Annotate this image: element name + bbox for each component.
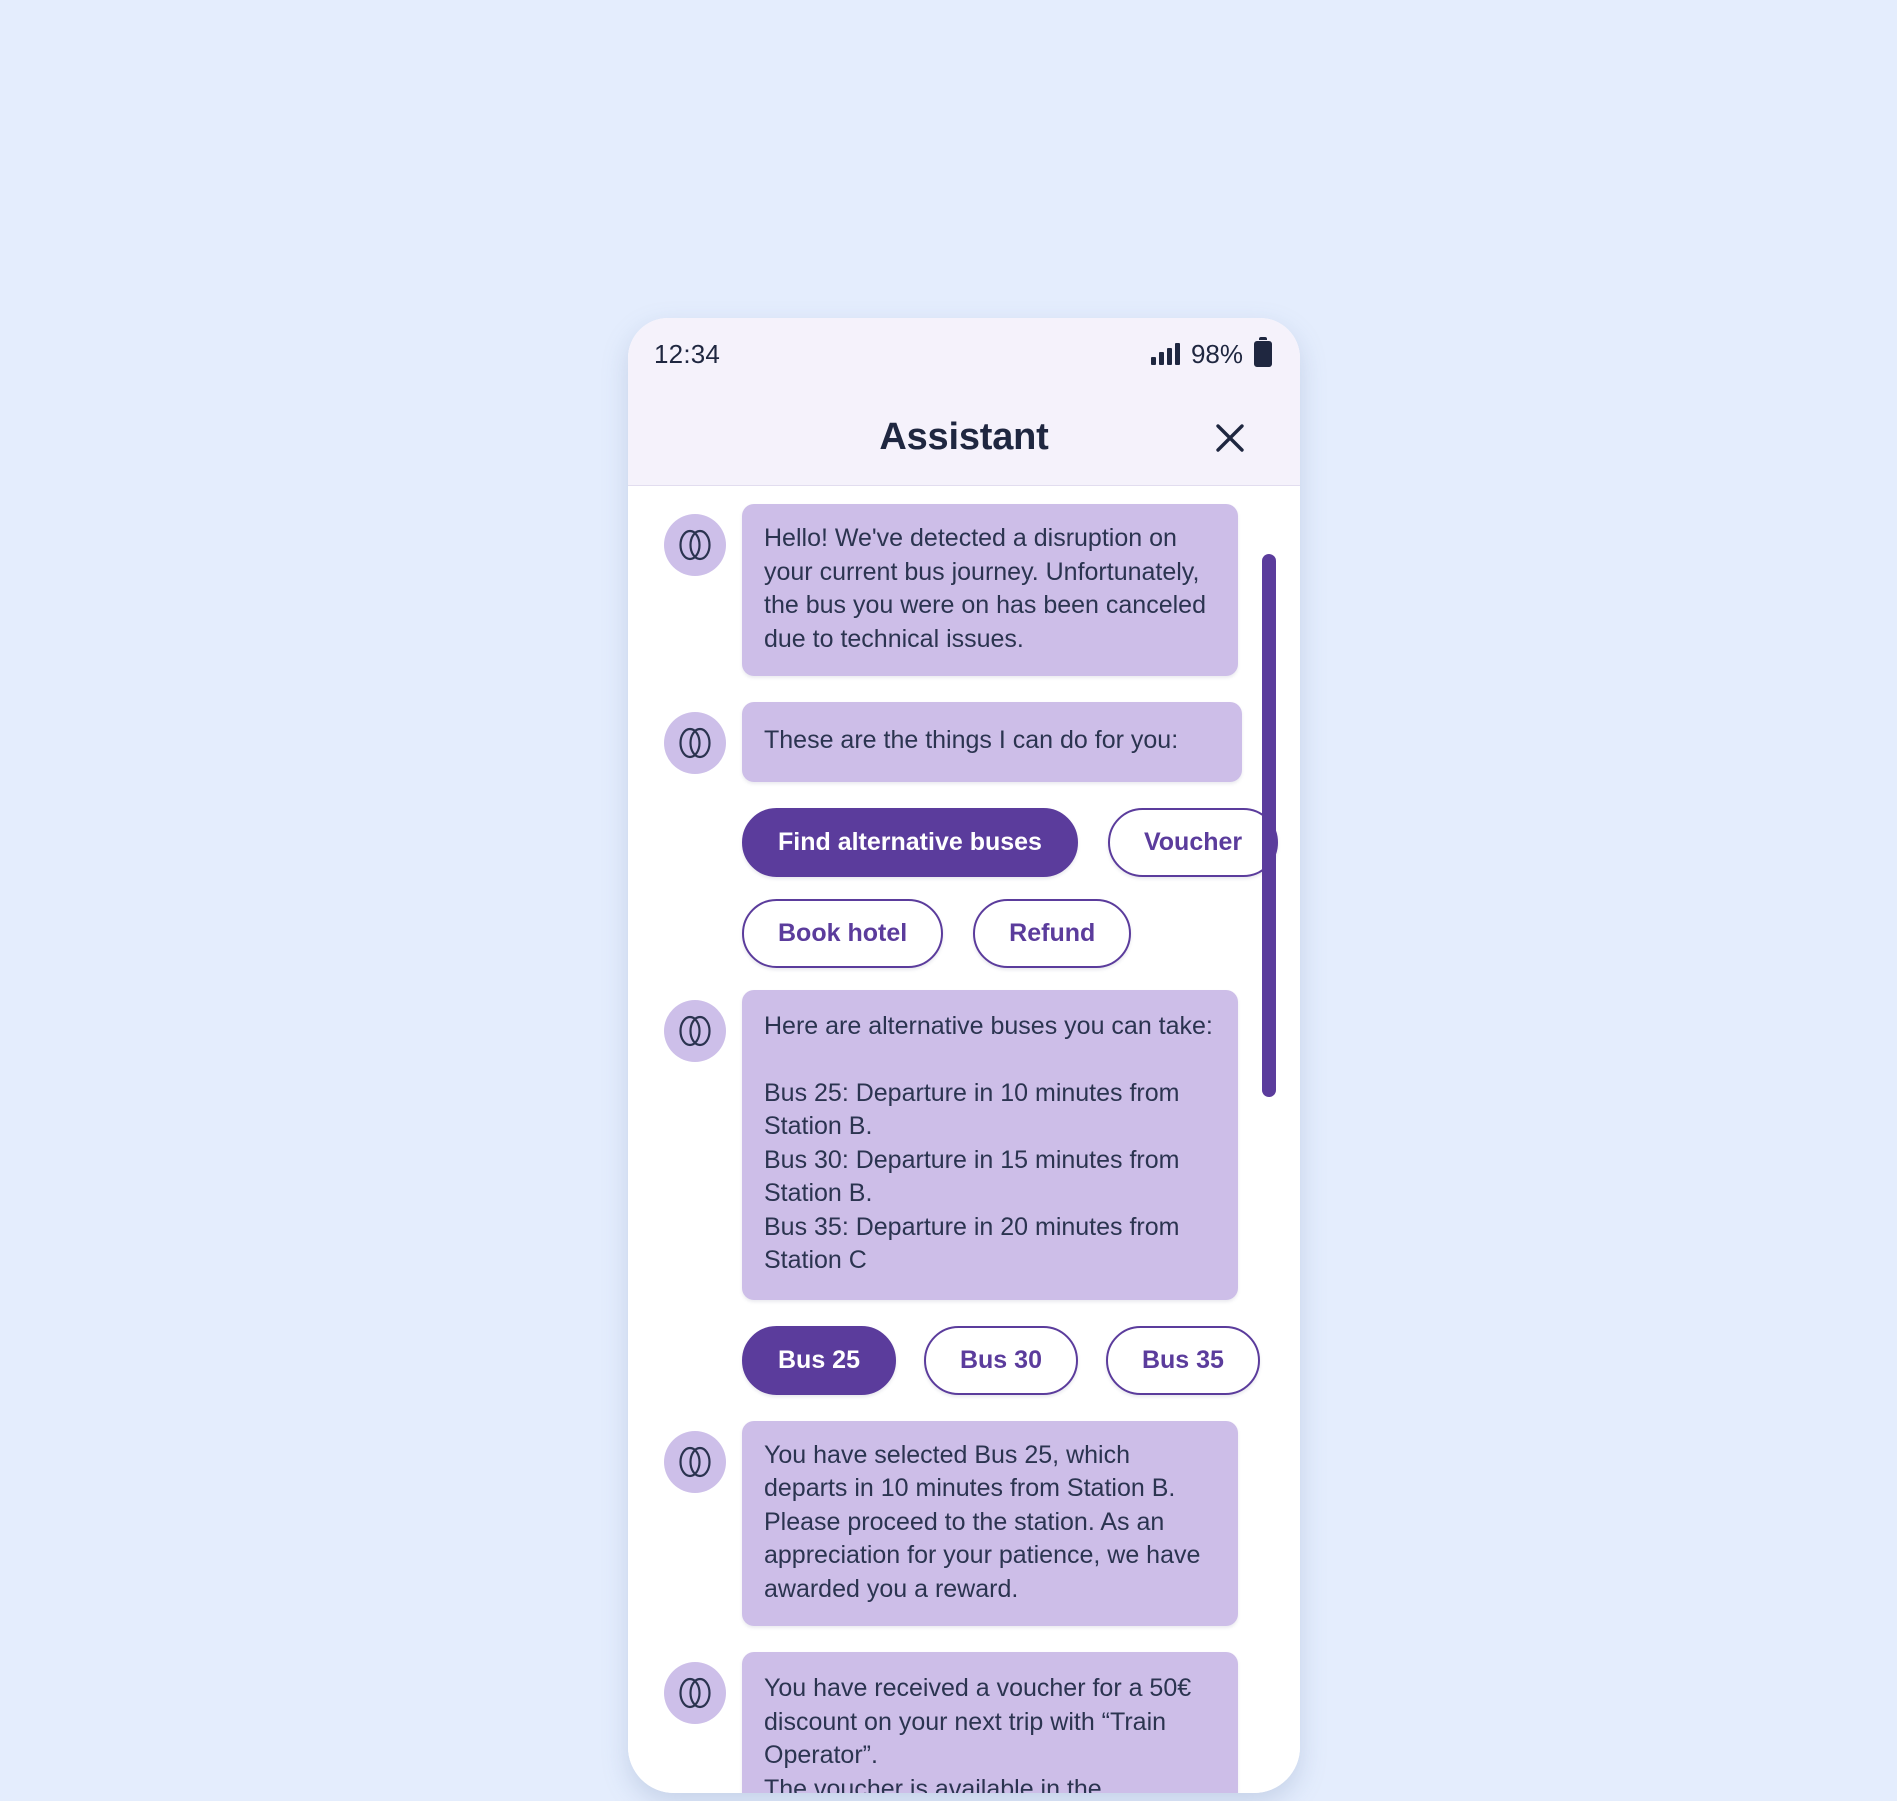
- bus-chips-row: Bus 25 Bus 30 Bus 35: [628, 1325, 1300, 1395]
- signal-bars-icon: [1150, 343, 1180, 365]
- phone-frame: 12:34 98% Assistant Hello! We've detecte…: [628, 318, 1300, 1793]
- message-row: Hello! We've detected a disruption on yo…: [628, 504, 1300, 676]
- chip-voucher[interactable]: Voucher: [1107, 807, 1279, 877]
- assistant-avatar-icon: [664, 514, 726, 576]
- chat-scrollbar[interactable]: [1262, 554, 1276, 1097]
- action-chips-row-secondary: Book hotel Refund: [628, 898, 1300, 968]
- action-chips-row-primary: Find alternative buses Voucher: [628, 807, 1300, 877]
- assistant-message-bubble: Here are alternative buses you can take:…: [742, 989, 1238, 1300]
- message-row: Here are alternative buses you can take:…: [628, 989, 1300, 1300]
- message-row: You have received a voucher for a 50€ di…: [628, 1652, 1300, 1793]
- app-header: Assistant: [628, 390, 1300, 486]
- status-indicators: 98%: [1150, 337, 1272, 370]
- chip-bus-35[interactable]: Bus 35: [1105, 1325, 1260, 1395]
- message-row: You have selected Bus 25, which departs …: [628, 1420, 1300, 1626]
- chat-scrollbar-track[interactable]: [1262, 486, 1276, 1793]
- assistant-avatar-icon: [664, 999, 726, 1062]
- status-time: 12:34: [654, 338, 721, 369]
- assistant-message-bubble: You have selected Bus 25, which departs …: [742, 1420, 1238, 1626]
- assistant-avatar-icon: [664, 712, 726, 774]
- assistant-message-bubble: These are the things I can do for you:: [742, 702, 1242, 782]
- chip-book-hotel[interactable]: Book hotel: [742, 898, 944, 968]
- chip-bus-30[interactable]: Bus 30: [923, 1325, 1078, 1395]
- chip-find-alternative-buses[interactable]: Find alternative buses: [742, 807, 1078, 877]
- assistant-message-bubble: Hello! We've detected a disruption on yo…: [742, 504, 1238, 676]
- assistant-avatar-icon: [664, 1430, 726, 1493]
- page-title: Assistant: [879, 416, 1049, 458]
- chip-bus-25[interactable]: Bus 25: [742, 1325, 896, 1395]
- close-icon[interactable]: [1208, 416, 1252, 460]
- chat-scroll-area[interactable]: Hello! We've detected a disruption on yo…: [628, 486, 1300, 1793]
- message-row: These are the things I can do for you:: [628, 702, 1300, 782]
- assistant-avatar-icon: [664, 1662, 726, 1724]
- screen-root: 12:34 98% Assistant Hello! We've detecte…: [0, 0, 1897, 1801]
- chip-refund[interactable]: Refund: [973, 898, 1132, 968]
- status-bar: 12:34 98%: [628, 318, 1300, 390]
- assistant-message-bubble: You have received a voucher for a 50€ di…: [742, 1652, 1238, 1793]
- battery-icon: [1254, 337, 1272, 367]
- battery-percent-label: 98%: [1190, 338, 1243, 369]
